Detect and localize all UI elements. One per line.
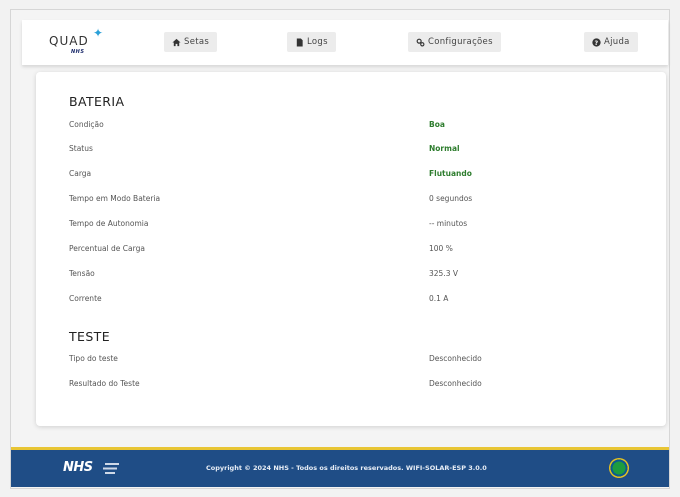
row-value: Flutuando [429,169,472,178]
status-card: BATERIA Condição Boa Status Normal Carga… [36,72,666,426]
row-label: Tempo de Autonomia [69,219,149,228]
nav-item-ajuda[interactable]: ? Ajuda [584,32,638,52]
nav-item-configuracoes[interactable]: Configurações [408,32,501,52]
row-label: Tensão [69,269,95,278]
row-label: Percentual de Carga [69,244,145,253]
row-label: Status [69,144,93,153]
help-circle-icon: ? [592,37,601,46]
row-value: Normal [429,144,460,153]
row-label: Carga [69,169,92,178]
copyright-text: Copyright © 2024 NHS - Todos os direitos… [206,464,487,472]
section-title-teste: TESTE [69,329,111,344]
top-nav: QUAD ✦ NHS Setas Logs Configurações ? Aj… [22,20,668,65]
nav-item-label: Configurações [428,37,493,47]
footer: NHS Copyright © 2024 NHS - Todos os dire… [11,447,669,487]
nav-item-label: Setas [184,37,210,47]
logo-plus-icon: ✦ [93,26,104,40]
row-value: 100 % [429,244,453,253]
logo-stripes-icon [103,463,119,474]
gears-icon [416,38,425,46]
nav-item-setas[interactable]: Setas [164,32,218,52]
logo-text: QUAD [49,34,89,48]
row-label: Tipo do teste [69,354,118,363]
row-value: Desconhecido [429,354,482,363]
nav-item-label: Ajuda [604,37,630,47]
row-value: -- minutos [429,219,468,228]
row-value: 325.3 V [429,269,458,278]
row-label: Corrente [69,294,102,303]
nav-item-logs[interactable]: Logs [287,32,336,52]
file-icon [296,37,303,47]
row-label: Resultado do Teste [69,379,140,388]
svg-text:?: ? [595,39,599,46]
row-value: Desconhecido [429,379,482,388]
section-title-bateria: BATERIA [69,94,125,109]
row-value: 0 segundos [429,194,473,203]
logo-sub: NHS [71,49,85,55]
row-label: Condição [69,120,104,129]
quad-logo[interactable]: QUAD ✦ NHS [49,26,109,58]
brazil-badge-icon [609,458,629,478]
home-icon [172,38,181,46]
row-label: Tempo em Modo Bateria [69,194,161,203]
row-value: 0.1 A [429,294,449,303]
nav-item-label: Logs [307,37,328,47]
row-value: Boa [429,120,445,129]
nhs-logo: NHS [63,460,93,475]
